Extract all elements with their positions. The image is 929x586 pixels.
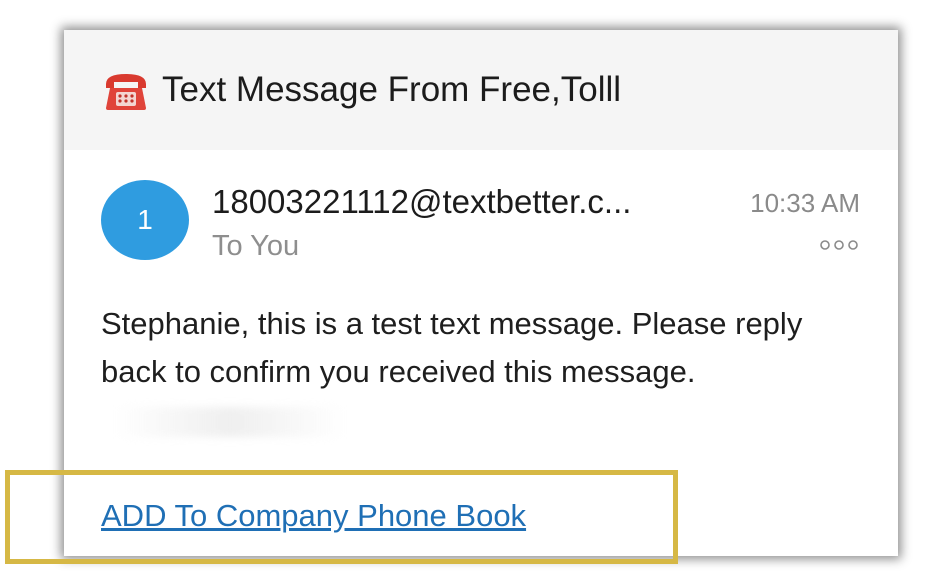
email-time: 10:33 AM <box>750 188 860 218</box>
screenshot-stage: Text Message From Free,Tolll 1 180032211… <box>0 0 929 586</box>
redacted-signature <box>115 406 345 437</box>
more-options-icon[interactable] <box>818 238 860 252</box>
add-to-phone-book-link[interactable]: ADD To Company Phone Book <box>101 496 526 536</box>
sender-address[interactable]: 18003221112@textbetter.c... <box>212 182 631 222</box>
email-header: Text Message From Free,Tolll <box>64 30 898 150</box>
email-body: Stephanie, this is a test text message. … <box>101 300 861 444</box>
recipient-label: To You <box>212 230 300 262</box>
email-card: Text Message From Free,Tolll 1 180032211… <box>64 30 898 556</box>
email-subject: Text Message From Free,Tolll <box>162 70 622 109</box>
telephone-icon <box>106 74 146 110</box>
email-body-text: Stephanie, this is a test text message. … <box>101 306 803 389</box>
sender-avatar[interactable]: 1 <box>101 180 189 260</box>
